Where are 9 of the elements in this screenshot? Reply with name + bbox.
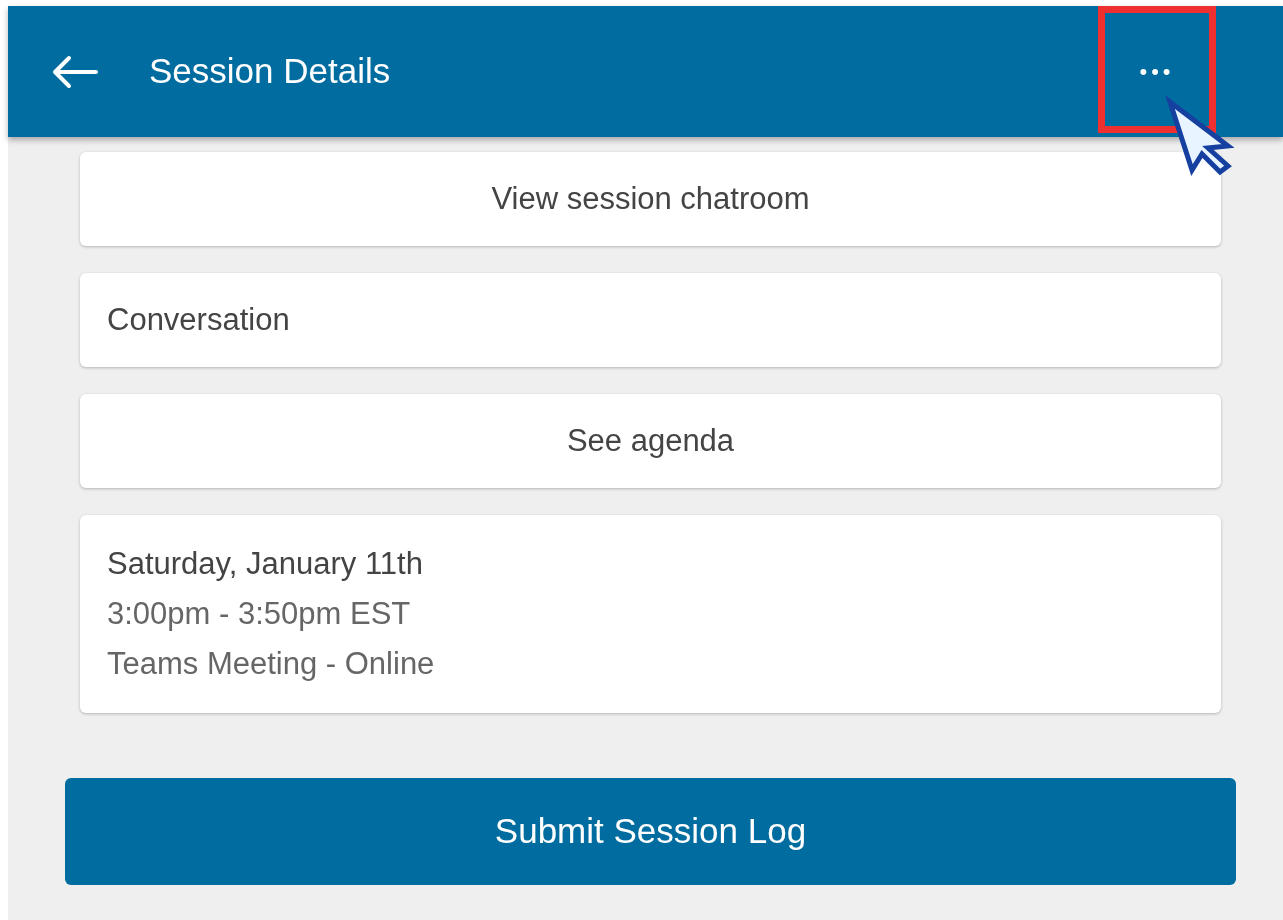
card-button[interactable]: See agenda (80, 394, 1221, 488)
session-location: Teams Meeting - Online (107, 645, 436, 683)
submit-button[interactable]: Submit Session Log (65, 778, 1236, 885)
card-button[interactable]: Conversation (80, 273, 1221, 367)
more-menu-button[interactable]: ••• (1127, 41, 1187, 102)
session-date: Saturday, January 11th (107, 545, 424, 583)
card-button[interactable]: View session chatroom (80, 152, 1221, 246)
session-time: 3:00pm - 3:50pm EST (107, 595, 412, 633)
window-title: Session Details (149, 50, 391, 93)
